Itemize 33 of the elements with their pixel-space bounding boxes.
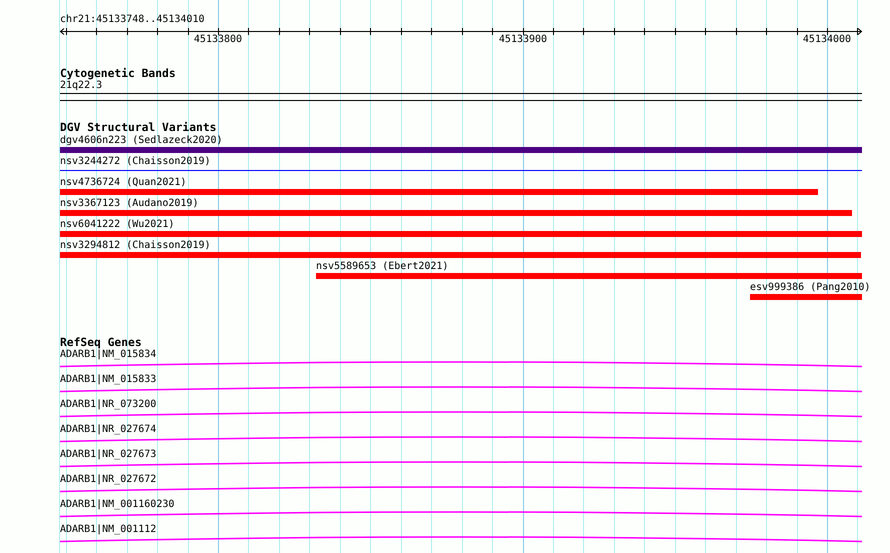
variant-label: dgv4606n223 (Sedlazeck2020) (60, 135, 223, 147)
track-title: DGV Structural Variants (60, 121, 216, 134)
gene-line[interactable] (60, 386, 862, 392)
variant-label: nsv3294812 (Chaisson2019) (60, 240, 211, 252)
ruler-tick-label: 45134000 (802, 34, 852, 46)
track-title: Cytogenetic Bands (60, 67, 176, 80)
gene-line[interactable] (60, 411, 862, 418)
gene-line[interactable] (60, 436, 862, 442)
gene-label: ADARB1|NR_027674 (60, 424, 156, 436)
variant-label: esv999386 (Pang2010) (750, 282, 870, 294)
gene-label: ADARB1|NM_001160230 (60, 499, 174, 511)
variant-label: nsv6041222 (Wu2021) (60, 219, 174, 231)
gene-label: ADARB1|NR_027672 (60, 474, 156, 486)
variant-label: nsv4736724 (Quan2021) (60, 177, 186, 189)
location-label: chr21:45133748..45134010 (60, 14, 204, 26)
gene-label: ADARB1|NR_073200 (60, 399, 156, 411)
gene-line[interactable] (60, 511, 862, 518)
gene-label: ADARB1|NM_015834 (60, 349, 156, 361)
gene-label: ADARB1|NM_001112 (60, 524, 156, 536)
cytoband-drawing[interactable] (60, 93, 862, 101)
band-label: 21q22.3 (60, 80, 102, 92)
ruler-tick-label: 45133800 (192, 34, 244, 46)
variant-label: nsv5589653 (Ebert2021) (316, 261, 448, 273)
ruler-tick-label: 45133900 (498, 34, 548, 46)
gene-line[interactable] (60, 361, 862, 368)
variant-label: nsv3244272 (Chaisson2019) (60, 156, 211, 168)
gene-line[interactable] (60, 461, 862, 468)
gene-label: ADARB1|NR_027673 (60, 449, 156, 461)
variant-label: nsv3367123 (Audano2019) (60, 198, 198, 210)
gene-line[interactable] (60, 536, 862, 542)
track-title: RefSeq Genes (60, 336, 142, 349)
gene-label: ADARB1|NM_015833 (60, 374, 156, 386)
gene-line[interactable] (60, 486, 862, 492)
